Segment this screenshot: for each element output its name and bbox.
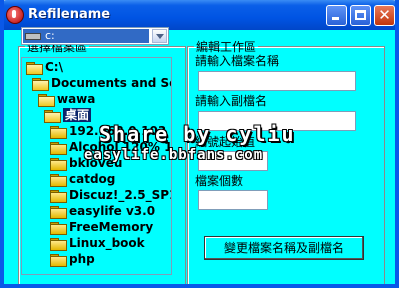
minimize-button[interactable] <box>326 5 347 26</box>
extension-label: 請輸入副檔名 <box>195 94 268 108</box>
folder-icon <box>50 141 67 155</box>
tree-node-label: FreeMemory <box>69 220 154 234</box>
tree-node[interactable]: wawa <box>38 91 95 107</box>
tree-node-label: 桌面 <box>63 108 92 122</box>
folder-icon <box>50 237 67 251</box>
file-count-label: 檔案個數 <box>195 174 244 188</box>
rename-button[interactable]: 變更檔案名稱及副檔名 <box>204 236 364 260</box>
tree-node[interactable]: easylife v3.0 <box>50 203 155 219</box>
title-bar[interactable]: Refilename ✕ <box>0 0 399 30</box>
tree-node[interactable]: 桌面 <box>44 107 92 123</box>
close-button[interactable]: ✕ <box>374 5 395 26</box>
tree-node-label: catdog <box>69 172 116 186</box>
tree-node-label: Discuz!_2.5_SP1_b <box>69 188 171 202</box>
file-count-input[interactable] <box>198 190 268 210</box>
folder-icon <box>50 157 67 171</box>
tree-node[interactable]: Linux_book <box>50 235 145 251</box>
tree-node-label: wawa <box>57 92 96 106</box>
folder-open-icon <box>32 77 49 91</box>
window-title: Refilename <box>28 7 111 22</box>
folder-open-icon <box>44 109 61 123</box>
folder-open-icon <box>38 93 55 107</box>
tree-node-label: Linux_book <box>69 236 145 250</box>
folder-icon <box>50 189 67 203</box>
tree-node[interactable]: C:\ <box>26 59 63 75</box>
minimize-icon <box>332 17 339 20</box>
tree-node[interactable]: Discuz!_2.5_SP1_b <box>50 187 171 203</box>
drive-icon <box>25 32 41 40</box>
folder-icon <box>50 173 67 187</box>
directory-tree[interactable]: C:\Documents and Settinwawa桌面192.168.0.1… <box>21 57 172 275</box>
close-icon: ✕ <box>378 6 391 24</box>
chevron-down-icon[interactable] <box>152 29 167 43</box>
drive-select-value: c: <box>23 29 149 43</box>
tree-node[interactable]: catdog <box>50 171 115 187</box>
folder-icon <box>50 125 67 139</box>
folder-icon <box>50 205 67 219</box>
tree-node[interactable]: Documents and Settin <box>32 75 171 91</box>
maximize-button[interactable] <box>350 5 371 26</box>
tree-node-label: C:\ <box>45 60 63 74</box>
drive-label: c: <box>45 29 55 42</box>
tree-node[interactable]: php <box>50 251 95 267</box>
tree-node[interactable]: FreeMemory <box>50 219 153 235</box>
folder-open-icon <box>26 61 43 75</box>
app-icon[interactable] <box>6 6 24 24</box>
filename-label: 請輸入檔案名稱 <box>195 54 280 68</box>
folder-icon <box>50 253 67 267</box>
drive-select[interactable]: c: <box>21 27 169 45</box>
tree-node-label: Documents and Settin <box>51 76 171 90</box>
watermark-url: easylife.bbfans.com <box>84 147 264 163</box>
watermark-title: Share by cyliu <box>99 122 296 146</box>
filename-input[interactable] <box>198 71 356 91</box>
tree-node-label: php <box>69 252 95 266</box>
tree-node-label: easylife v3.0 <box>69 204 156 218</box>
folder-icon <box>50 221 67 235</box>
maximize-icon <box>355 10 366 20</box>
